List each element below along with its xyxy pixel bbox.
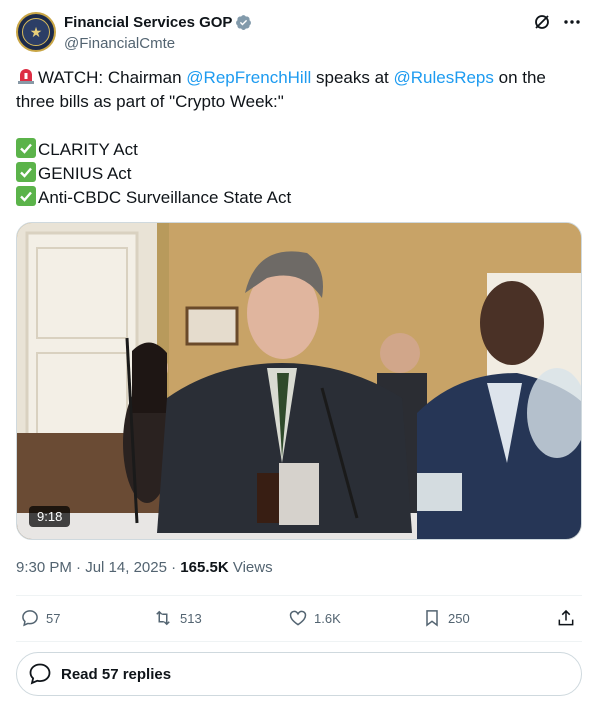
reply-count: 57: [46, 610, 61, 626]
share-button[interactable]: [556, 608, 576, 628]
read-replies-button[interactable]: Read 57 replies: [16, 652, 582, 696]
header-actions: [532, 12, 582, 32]
views-label: Views: [228, 559, 273, 576]
bill-item: CLARITY Act: [16, 138, 582, 162]
retweet-count: 513: [180, 610, 202, 626]
bill-item: GENIUS Act: [16, 162, 582, 186]
views-count: 165.5K: [180, 559, 229, 576]
checkmark-emoji-icon: [16, 138, 36, 158]
bookmark-count: 250: [448, 610, 470, 626]
bill-item: Anti-CBDC Surveillance State Act: [16, 186, 582, 210]
checkmark-emoji-icon: [16, 186, 36, 206]
bill-label: Anti-CBDC Surveillance State Act: [38, 188, 292, 207]
meta-separator: ·: [71, 559, 86, 576]
tweet-date[interactable]: Jul 14, 2025: [85, 559, 167, 576]
tweet-prefix: WATCH: Chairman: [38, 68, 187, 87]
reply-icon: [22, 610, 38, 627]
bookmark-icon: [426, 610, 438, 627]
author-names: Financial Services GOP @FinancialCmte: [64, 13, 252, 53]
tweet-header: ★ Financial Services GOP @FinancialCmte: [16, 12, 582, 56]
mention-link[interactable]: @RepFrenchHill: [186, 68, 311, 87]
author-display-name[interactable]: Financial Services GOP: [64, 13, 232, 32]
divider: [16, 595, 582, 596]
like-count: 1.6K: [314, 610, 341, 626]
bill-label: GENIUS Act: [38, 164, 132, 183]
replies-bubble-icon: [29, 663, 51, 685]
meta-separator: ·: [166, 559, 181, 576]
share-icon: [558, 609, 574, 626]
tweet-suffix: on the: [493, 68, 546, 87]
tweet-time[interactable]: 9:30 PM: [16, 559, 72, 576]
bill-label: CLARITY Act: [38, 140, 138, 159]
read-replies-label: Read 57 replies: [61, 665, 172, 683]
tweet-line-1: WATCH: Chairman @RepFrenchHill speaks at…: [16, 66, 582, 90]
grok-icon[interactable]: [532, 12, 552, 32]
tweet-line-2: three bills as part of "Crypto Week:": [16, 92, 284, 111]
tweet-mid: speaks at: [311, 68, 394, 87]
divider: [16, 641, 582, 642]
checkmark-emoji-icon: [16, 162, 36, 182]
siren-emoji-icon: [16, 66, 36, 86]
more-options-icon[interactable]: [562, 12, 582, 32]
tweet-text: WATCH: Chairman @RepFrenchHill speaks at…: [16, 66, 582, 210]
reply-button[interactable]: 57: [20, 608, 60, 628]
video-duration: 9:18: [29, 506, 71, 527]
verified-badge-icon: [235, 14, 252, 31]
author-handle[interactable]: @FinancialCmte: [64, 34, 252, 53]
like-button[interactable]: 1.6K: [288, 608, 341, 628]
video-player[interactable]: 9:18: [16, 222, 582, 540]
retweet-icon: [156, 610, 170, 626]
heart-icon: [289, 610, 307, 626]
bookmark-button[interactable]: 250: [422, 608, 470, 628]
video-thumbnail: [17, 223, 581, 539]
mention-link[interactable]: @RulesReps: [393, 68, 493, 87]
action-bar: 57 513 1.6K 250: [16, 608, 582, 634]
author-display-name-row[interactable]: Financial Services GOP: [64, 13, 252, 32]
avatar[interactable]: ★: [16, 12, 56, 52]
retweet-button[interactable]: 513: [152, 608, 202, 628]
seal-icon: ★: [22, 18, 50, 46]
tweet-meta: 9:30 PM · Jul 14, 2025 · 165.5K Views: [16, 558, 273, 578]
